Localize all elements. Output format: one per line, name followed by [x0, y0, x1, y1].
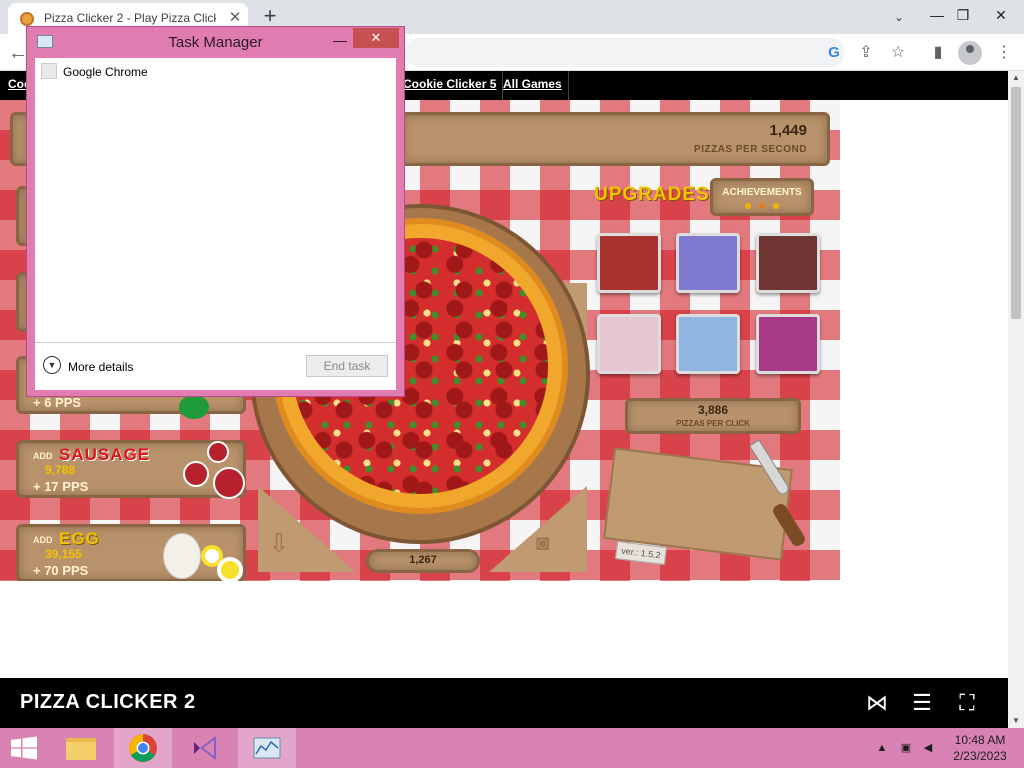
sausage-art [207, 441, 229, 463]
folder-icon [66, 738, 96, 760]
side-panel-icon[interactable]: ▮ [926, 41, 950, 65]
pizza-favicon-icon [20, 12, 34, 26]
share-icon[interactable]: ⇪ [854, 41, 878, 65]
task-manager-minimize-button[interactable]: — [327, 29, 353, 51]
taskbar-file-explorer[interactable] [52, 728, 110, 768]
egg-art [163, 533, 201, 579]
topping-cost: 39,155 [45, 547, 82, 561]
scroll-up-icon[interactable]: ▲ [1008, 71, 1024, 85]
nav-link-all-games[interactable]: All Games [497, 71, 569, 100]
game-footer-bar: PIZZA CLICKER 2 ⋈ ☰ ⛶ [0, 678, 1008, 728]
egg-yolk-art [217, 557, 243, 581]
topping-name: SAUSAGE [59, 445, 151, 464]
pizza-count-value: 1,267 [409, 554, 437, 566]
arrow-down-icon[interactable]: ⇩ [268, 528, 290, 559]
pizzas-per-click-value: 3,886 [697, 403, 729, 417]
bookmark-star-icon[interactable]: ☆ [886, 41, 910, 65]
task-manager-titlebar[interactable]: Task Manager — □ ✕ [27, 27, 404, 57]
pizza-count-panel: 1,267 [366, 549, 480, 573]
taskbar-visual-studio[interactable] [176, 728, 234, 768]
page-scrollbar[interactable]: ▲ ▼ [1008, 71, 1024, 728]
game-title: PIZZA CLICKER 2 [20, 691, 196, 713]
upgrade-tile-explosion[interactable] [597, 233, 661, 293]
upgrade-tile-bird[interactable] [676, 314, 740, 374]
window-close-button[interactable]: ✕ [978, 0, 1024, 30]
google-lens-icon[interactable]: G [822, 41, 846, 65]
tray-overflow-icon[interactable]: ▲ [874, 740, 890, 756]
task-manager-footer: ▼ More details End task [35, 342, 396, 390]
share-nodes-icon[interactable]: ⋈ [862, 688, 892, 718]
task-manager-body: Google Chrome ▼ More details End task [35, 58, 396, 390]
menu-kebab-icon[interactable]: ⋮ [992, 41, 1016, 65]
network-icon[interactable]: ▣ [898, 740, 914, 756]
tab-search-icon[interactable]: ⌄ [888, 6, 910, 28]
topping-add-label: ADD [33, 535, 53, 545]
achievement-dot [745, 203, 751, 209]
topping-pps: + 70 PPS [33, 563, 89, 578]
scroll-down-icon[interactable]: ▼ [1008, 714, 1024, 728]
task-manager-window[interactable]: Task Manager — □ ✕ Google Chrome ▼ More … [26, 26, 405, 397]
nav-link-cookie-clicker-5[interactable]: Cookie Clicker 5 [397, 71, 504, 100]
address-bar[interactable] [405, 38, 845, 67]
pizzas-per-second-panel: 1,449 PIZZAS PER SECOND [400, 112, 830, 166]
task-manager-close-button[interactable]: ✕ [353, 28, 399, 48]
camera-icon[interactable]: ◙ [536, 530, 549, 556]
task-manager-chart-icon [253, 737, 281, 759]
clock-date: 2/23/2023 [953, 749, 1007, 763]
chrome-app-icon [41, 63, 57, 79]
upgrade-tile-pepperoni[interactable] [756, 233, 820, 293]
fullscreen-icon[interactable]: ⛶ [952, 688, 982, 718]
profile-avatar[interactable] [958, 41, 982, 65]
upgrades-label: UPGRADES [594, 184, 710, 205]
achievement-dot [759, 203, 765, 209]
upgrade-tile-monsters[interactable] [756, 314, 820, 374]
taskbar-chrome[interactable] [114, 728, 172, 768]
task-manager-app-row[interactable]: Google Chrome [35, 62, 396, 82]
topping-cost: 9,788 [45, 463, 76, 477]
achievement-dot [773, 203, 779, 209]
topping-add-label: ADD [33, 451, 53, 461]
clock-time: 10:48 AM [954, 733, 1006, 747]
more-details-link[interactable]: More details [68, 360, 133, 374]
chevron-down-circle-icon[interactable]: ▼ [43, 356, 61, 374]
sausage-art [183, 461, 209, 487]
pizzas-per-second-value: 1,449 [769, 122, 807, 139]
topping-name: EGG [59, 529, 100, 548]
volume-icon[interactable]: ◀ [920, 740, 936, 756]
windows-start-icon[interactable] [0, 728, 48, 768]
upgrade-tile-pizza-chef[interactable] [676, 233, 740, 293]
comments-icon[interactable]: ☰ [907, 688, 937, 718]
scroll-thumb[interactable] [1011, 87, 1021, 319]
chrome-icon [129, 734, 157, 762]
windows-taskbar: ▲ ▣ ◀ 10:48 AM 2/23/2023 [0, 728, 1024, 768]
achievements-label: ACHIEVEMENTS [722, 187, 802, 198]
taskbar-clock[interactable]: 10:48 AM 2/23/2023 [946, 732, 1014, 764]
end-task-button[interactable]: End task [306, 355, 388, 377]
topping-pps: + 6 PPS [33, 395, 82, 410]
visual-studio-icon [194, 736, 216, 760]
sausage-art [213, 467, 245, 499]
new-tab-button[interactable]: + [258, 4, 282, 28]
task-manager-app-name: Google Chrome [63, 65, 148, 79]
achievements-button[interactable]: ACHIEVEMENTS [710, 178, 814, 216]
taskbar-task-manager[interactable] [238, 728, 296, 768]
pizzas-per-second-label: PIZZAS PER SECOND [694, 144, 807, 155]
upgrade-tile-garden[interactable] [597, 314, 661, 374]
olive-art [179, 395, 209, 419]
topping-pps: + 17 PPS [33, 479, 89, 494]
pizzas-per-click-label: PIZZAS PER CLICK [676, 419, 750, 428]
tab-close-icon[interactable]: ✕ [226, 9, 244, 27]
add-topping-panel-egg[interactable]: ADD EGG 39,155 + 70 PPS [16, 524, 246, 581]
tab-title: Pizza Clicker 2 - Play Pizza Clicke [44, 11, 216, 25]
pizzas-per-click-panel: 3,886 PIZZAS PER CLICK [625, 398, 801, 434]
add-topping-panel-sausage[interactable]: ADD SAUSAGE 9,788 + 17 PPS [16, 440, 246, 499]
